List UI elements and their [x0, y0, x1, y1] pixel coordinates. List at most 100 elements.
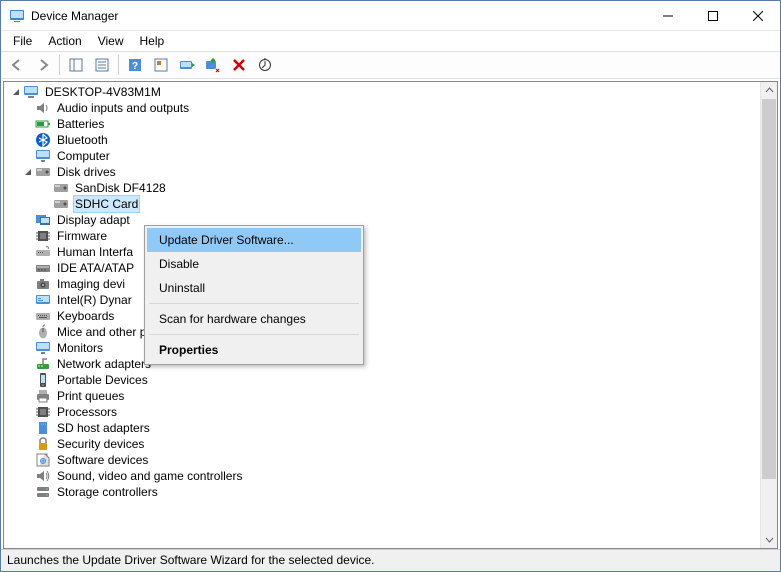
storage-icon [35, 484, 51, 500]
menubar: File Action View Help [1, 31, 780, 51]
uninstall-button[interactable] [227, 54, 251, 76]
tree-root[interactable]: DESKTOP-4V83M1M [10, 84, 760, 100]
tree-node-sound[interactable]: Sound, video and game controllers [10, 468, 760, 484]
menu-view[interactable]: View [90, 32, 132, 50]
tree-node-processors[interactable]: Processors [10, 404, 760, 420]
scan-hardware-button[interactable] [253, 54, 277, 76]
tree-node-firmware[interactable]: Firmware [10, 228, 760, 244]
tree-label: Disk drives [55, 164, 118, 180]
tree-node-disk[interactable]: Disk drives [10, 164, 760, 180]
tree-node-ide[interactable]: IDE ATA/ATAP [10, 260, 760, 276]
ctx-separator [149, 334, 359, 335]
ctx-properties[interactable]: Properties [147, 338, 361, 362]
status-text: Launches the Update Driver Software Wiza… [7, 553, 375, 567]
svg-text:?: ? [132, 61, 138, 72]
close-button[interactable] [735, 1, 780, 30]
device-tree[interactable]: DESKTOP-4V83M1MAudio inputs and outputsB… [4, 82, 760, 548]
properties-button[interactable] [90, 54, 114, 76]
tree-label: Batteries [55, 116, 106, 132]
scroll-thumb[interactable] [762, 99, 776, 479]
window-title: Device Manager [31, 9, 645, 23]
tree-label: Intel(R) Dynar [55, 292, 134, 308]
tree-node-sandisk[interactable]: SanDisk DF4128 [10, 180, 760, 196]
speaker-icon [35, 100, 51, 116]
intel-icon [35, 292, 51, 308]
ctx-disable[interactable]: Disable [147, 252, 361, 276]
ctx-update-driver[interactable]: Update Driver Software... [147, 228, 361, 252]
scan-button[interactable] [149, 54, 173, 76]
disk-icon [53, 180, 69, 196]
tree-label: Computer [55, 148, 112, 164]
tree-node-storage[interactable]: Storage controllers [10, 484, 760, 500]
tree-node-sdhc[interactable]: SDHC Card [10, 196, 760, 212]
tree-node-batteries[interactable]: Batteries [10, 116, 760, 132]
tree-node-computer[interactable]: Computer [10, 148, 760, 164]
tree-label: Human Interfa [55, 244, 135, 260]
context-menu: Update Driver Software... Disable Uninst… [144, 225, 364, 365]
vertical-scrollbar[interactable] [760, 82, 777, 548]
tree-node-portable[interactable]: Portable Devices [10, 372, 760, 388]
tree-node-security[interactable]: Security devices [10, 436, 760, 452]
tree-node-monitors[interactable]: Monitors [10, 340, 760, 356]
tree-label: Sound, video and game controllers [55, 468, 244, 484]
software-icon [35, 452, 51, 468]
collapse-icon[interactable] [22, 166, 34, 178]
monitor-icon [35, 340, 51, 356]
display-icon [35, 212, 51, 228]
menu-action[interactable]: Action [40, 32, 89, 50]
collapse-icon[interactable] [10, 86, 22, 98]
keyboard-icon [35, 308, 51, 324]
tree-label: Storage controllers [55, 484, 160, 500]
tree-node-bluetooth[interactable]: Bluetooth [10, 132, 760, 148]
tree-label: Processors [55, 404, 119, 420]
printer-icon [35, 388, 51, 404]
camera-icon [35, 276, 51, 292]
tree-label: Display adapt [55, 212, 132, 228]
chip-icon [35, 404, 51, 420]
forward-button[interactable] [31, 54, 55, 76]
tree-node-hid[interactable]: Human Interfa [10, 244, 760, 260]
ctx-scan[interactable]: Scan for hardware changes [147, 307, 361, 331]
toolbar: ? [1, 51, 780, 79]
tree-node-sdhost[interactable]: SD host adapters [10, 420, 760, 436]
app-icon [9, 8, 25, 24]
minimize-button[interactable] [645, 1, 690, 30]
tree-label: SDHC Card [73, 195, 140, 213]
computer-icon [23, 84, 39, 100]
tree-label: Network adapters [55, 356, 153, 372]
tree-label: Portable Devices [55, 372, 150, 388]
ctx-uninstall[interactable]: Uninstall [147, 276, 361, 300]
tree-node-print[interactable]: Print queues [10, 388, 760, 404]
portable-icon [35, 372, 51, 388]
tree-label: Bluetooth [55, 132, 110, 148]
help-button[interactable]: ? [123, 54, 147, 76]
update-driver-button[interactable] [175, 54, 199, 76]
disable-button[interactable] [201, 54, 225, 76]
tree-node-imaging[interactable]: Imaging devi [10, 276, 760, 292]
tree-label: Audio inputs and outputs [55, 100, 191, 116]
disk-icon [35, 164, 51, 180]
tree-node-software[interactable]: Software devices [10, 452, 760, 468]
menu-help[interactable]: Help [132, 32, 173, 50]
tree-node-keyboards[interactable]: Keyboards [10, 308, 760, 324]
maximize-button[interactable] [690, 1, 735, 30]
tree-node-display[interactable]: Display adapt [10, 212, 760, 228]
tree-container: DESKTOP-4V83M1MAudio inputs and outputsB… [3, 81, 778, 549]
tree-node-network[interactable]: Network adapters [10, 356, 760, 372]
tree-label: Software devices [55, 452, 150, 468]
back-button[interactable] [5, 54, 29, 76]
tree-label: SD host adapters [55, 420, 152, 436]
mouse-icon [35, 324, 51, 340]
sd-icon [35, 420, 51, 436]
titlebar: Device Manager [1, 1, 780, 31]
scroll-down-button[interactable] [761, 531, 777, 548]
scroll-up-button[interactable] [761, 82, 777, 99]
tree-label: Imaging devi [55, 276, 127, 292]
tree-label: Firmware [55, 228, 109, 244]
menu-file[interactable]: File [5, 32, 40, 50]
tree-node-audio[interactable]: Audio inputs and outputs [10, 100, 760, 116]
show-hide-button[interactable] [64, 54, 88, 76]
tree-node-intel[interactable]: Intel(R) Dynar [10, 292, 760, 308]
chip-icon [35, 228, 51, 244]
tree-node-mice[interactable]: Mice and other pointing devices [10, 324, 760, 340]
